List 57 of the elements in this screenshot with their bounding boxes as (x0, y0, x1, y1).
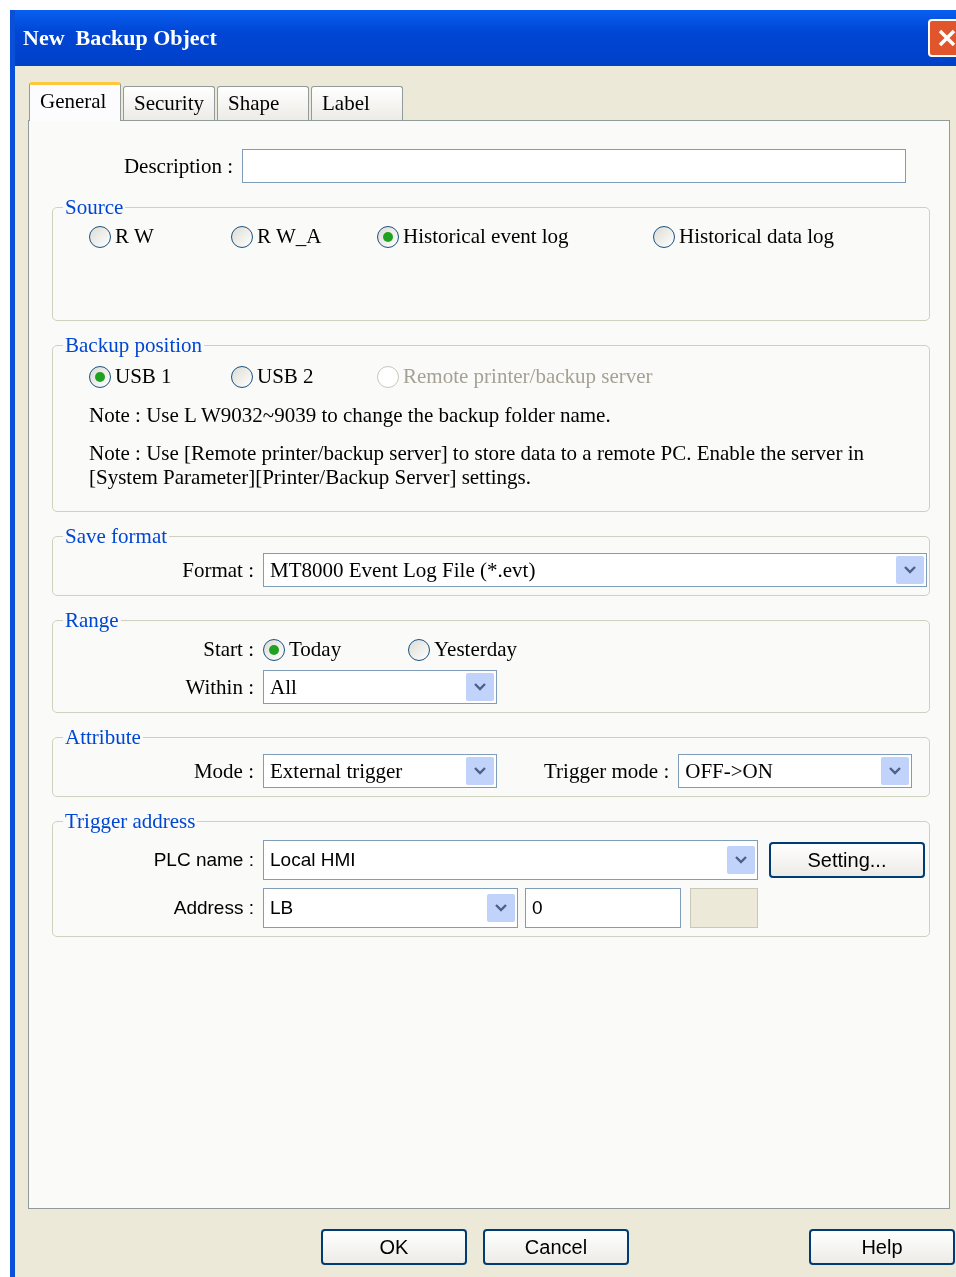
dialog-button[interactable]: Cancel (483, 1229, 629, 1265)
group-title: Backup position (64, 333, 204, 358)
description-field[interactable] (242, 149, 906, 183)
close-icon[interactable] (928, 19, 956, 57)
tab[interactable]: Security (123, 86, 215, 120)
address-type-dropdown[interactable]: LB (263, 888, 518, 929)
group-title: Source (64, 195, 125, 220)
dialog-button[interactable]: OK (321, 1229, 467, 1265)
mode-dropdown[interactable]: External trigger (263, 754, 497, 789)
radio-option[interactable]: Yesterday (408, 637, 518, 663)
group-title: Trigger address (64, 809, 197, 835)
field-label: Trigger mode : (544, 758, 670, 784)
address-field[interactable]: 0 (525, 888, 681, 929)
radio-button-icon[interactable] (231, 225, 253, 248)
radio-option[interactable]: R W (89, 224, 231, 249)
radio-option[interactable]: USB 1 (89, 364, 231, 389)
radio-option[interactable]: USB 2 (231, 364, 377, 389)
radio-label: Historical event log (403, 224, 569, 249)
group-title: Range (64, 608, 120, 634)
setting-button[interactable]: Setting... (769, 842, 925, 879)
radio-button-icon[interactable] (263, 638, 285, 661)
radio-button-icon[interactable] (377, 225, 399, 248)
radio-button-icon[interactable] (408, 638, 430, 661)
radio-label: R W_A (257, 224, 322, 249)
radio-button-icon[interactable] (231, 365, 253, 388)
field-label: Start : (202, 637, 254, 663)
radio-button-icon[interactable] (89, 225, 111, 248)
radio-label: USB 2 (257, 364, 314, 389)
dialog-button[interactable]: Help (809, 1229, 955, 1265)
trigger-mode-dropdown[interactable]: OFF->ON (678, 754, 913, 789)
window-title: New Backup Object (23, 25, 217, 51)
field-label: Mode : (192, 758, 254, 784)
note-text: Note : Use L W9032~9039 to change the backup folder name. (89, 403, 612, 428)
radio-button-icon[interactable] (653, 225, 675, 248)
tab[interactable]: Label (311, 86, 403, 120)
format-dropdown[interactable]: MT8000 Event Log File (*.evt) (263, 553, 927, 588)
field-label: PLC name : (152, 849, 254, 872)
field-label: Format : (181, 557, 254, 583)
group-title: Save format (64, 524, 169, 550)
radio-label: Today (289, 637, 342, 663)
radio-label: USB 1 (115, 364, 172, 389)
disabled-field (690, 888, 758, 929)
within-dropdown[interactable]: All (263, 670, 497, 705)
radio-option[interactable]: R W_A (231, 224, 377, 249)
radio-label: Yesterday (434, 637, 518, 663)
field-label: Address : (172, 897, 254, 920)
radio-label: R W (115, 224, 154, 249)
tab[interactable]: Shape (217, 86, 309, 120)
group-title: Attribute (64, 725, 142, 751)
radio-option[interactable]: Today (263, 637, 408, 663)
tab[interactable]: General (29, 82, 121, 121)
note-text: Note : Use [Remote printer/backup server] to store data to a remote PC. Enable the server in [System Parameter][Printer/Backup Server] settings. (89, 441, 865, 490)
plc-name-dropdown[interactable]: Local HMI (263, 840, 758, 881)
radio-button-icon[interactable] (89, 365, 111, 388)
field-label: Description : (122, 153, 233, 179)
radio-option[interactable]: Historical event log (377, 224, 653, 249)
field-label: Within : (184, 674, 254, 700)
